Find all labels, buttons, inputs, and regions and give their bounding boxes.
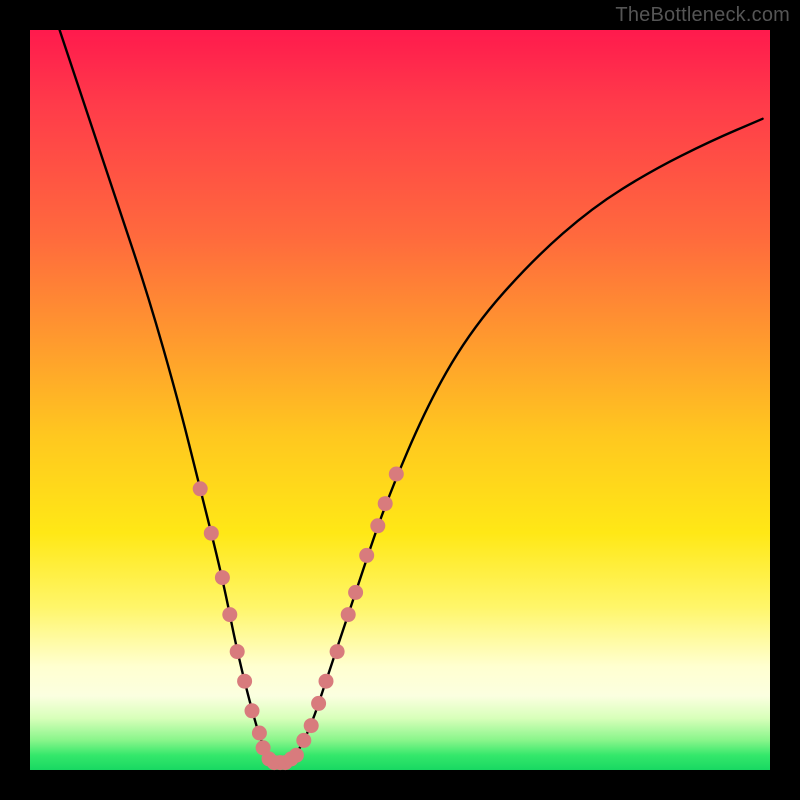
marker-dot — [237, 674, 252, 689]
curve-svg — [30, 30, 770, 770]
marker-dot — [348, 585, 363, 600]
marker-dot — [245, 703, 260, 718]
bottleneck-curve — [60, 30, 763, 763]
marker-dot — [378, 496, 393, 511]
marker-dot — [193, 481, 208, 496]
marker-dots — [193, 467, 404, 771]
marker-dot — [319, 674, 334, 689]
plot-area — [30, 30, 770, 770]
marker-dot — [304, 718, 319, 733]
marker-dot — [222, 607, 237, 622]
marker-dot — [215, 570, 230, 585]
watermark-text: TheBottleneck.com — [615, 4, 790, 27]
marker-dot — [230, 644, 245, 659]
marker-dot — [204, 526, 219, 541]
marker-dot — [296, 733, 311, 748]
marker-dot — [311, 696, 326, 711]
marker-dot — [252, 726, 267, 741]
marker-dot — [370, 518, 385, 533]
marker-dot — [359, 548, 374, 563]
marker-dot — [389, 467, 404, 482]
marker-dot — [341, 607, 356, 622]
chart-frame: TheBottleneck.com — [0, 0, 800, 800]
marker-dot — [289, 748, 304, 763]
marker-dot — [330, 644, 345, 659]
